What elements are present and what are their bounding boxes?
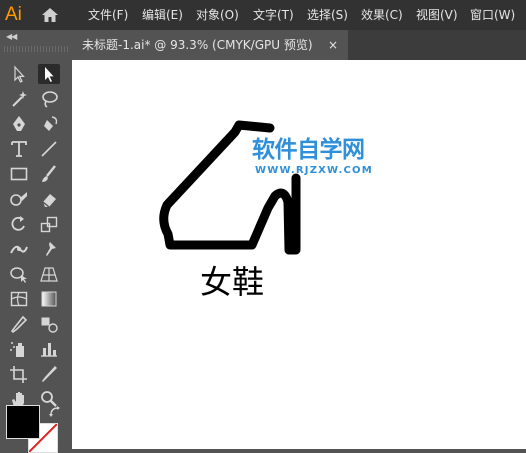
menu-file[interactable]: 文件(F) — [88, 0, 128, 30]
home-icon[interactable] — [40, 6, 60, 24]
artboard-tool-icon[interactable] — [8, 364, 30, 384]
mesh-tool-icon[interactable] — [8, 289, 30, 309]
shoe-label: 女鞋 — [200, 263, 265, 301]
perspective-grid-icon[interactable] — [38, 264, 60, 284]
watermark-url: WWW.RJZXW.COM — [255, 165, 373, 176]
eraser-icon[interactable] — [38, 189, 60, 209]
gradient-tool-icon[interactable] — [38, 289, 60, 309]
selection-tool[interactable] — [8, 64, 30, 84]
high-heel-shoe-icon[interactable] — [72, 60, 526, 449]
lasso-icon[interactable] — [38, 89, 60, 109]
scale-tool-icon[interactable] — [38, 214, 60, 234]
curvature-tool-icon[interactable] — [38, 114, 60, 134]
menu-effect[interactable]: 效果(C) — [361, 0, 403, 30]
shaper-tool-icon[interactable] — [8, 189, 30, 209]
width-tool-icon[interactable] — [8, 239, 30, 259]
watermark-title: 软件自学网 — [252, 137, 365, 163]
shape-builder-icon[interactable] — [8, 264, 30, 284]
pen-tool-icon[interactable] — [8, 114, 30, 134]
close-icon[interactable]: × — [328, 30, 338, 60]
blend-tool-icon[interactable] — [38, 314, 60, 334]
menu-edit[interactable]: 编辑(E) — [142, 0, 183, 30]
column-graph-icon[interactable] — [38, 339, 60, 359]
panel-grip[interactable] — [4, 46, 68, 52]
document-tab[interactable]: 未标题-1.ai* @ 93.3% (CMYK/GPU 预览) × — [72, 30, 348, 60]
direct-selection-tool[interactable] — [38, 64, 60, 84]
fill-color-swatch[interactable] — [6, 405, 40, 439]
app-logo: Ai — [5, 4, 22, 25]
puppet-warp-icon[interactable] — [38, 239, 60, 259]
menu-object[interactable]: 对象(O) — [196, 0, 239, 30]
collapse-panel-icon[interactable]: ◀◀ — [6, 32, 17, 41]
symbol-sprayer-icon[interactable] — [8, 339, 30, 359]
magic-wand-icon[interactable] — [8, 89, 30, 109]
slice-tool-icon[interactable] — [38, 364, 60, 384]
menu-view[interactable]: 视图(V) — [416, 0, 458, 30]
menu-window[interactable]: 窗口(W) — [470, 0, 515, 30]
document-tab-bar: 未标题-1.ai* @ 93.3% (CMYK/GPU 预览) × — [72, 30, 526, 60]
menu-select[interactable]: 选择(S) — [307, 0, 348, 30]
paintbrush-icon[interactable] — [38, 164, 60, 184]
rectangle-tool-icon[interactable] — [8, 164, 30, 184]
rotate-tool-icon[interactable] — [8, 214, 30, 234]
menu-bar: Ai 文件(F) 编辑(E) 对象(O) 文字(T) 选择(S) 效果(C) 视… — [0, 0, 526, 30]
menu-type[interactable]: 文字(T) — [253, 0, 294, 30]
artboard-canvas[interactable]: 软件自学网 WWW.RJZXW.COM 女鞋 — [72, 60, 526, 449]
tools-panel: ◀◀ — [0, 30, 72, 449]
document-tab-title: 未标题-1.ai* @ 93.3% (CMYK/GPU 预览) — [82, 38, 313, 52]
swap-colors-icon[interactable] — [48, 404, 62, 418]
type-tool-icon[interactable] — [8, 139, 30, 159]
eyedropper-icon[interactable] — [8, 314, 30, 334]
line-tool-icon[interactable] — [38, 139, 60, 159]
